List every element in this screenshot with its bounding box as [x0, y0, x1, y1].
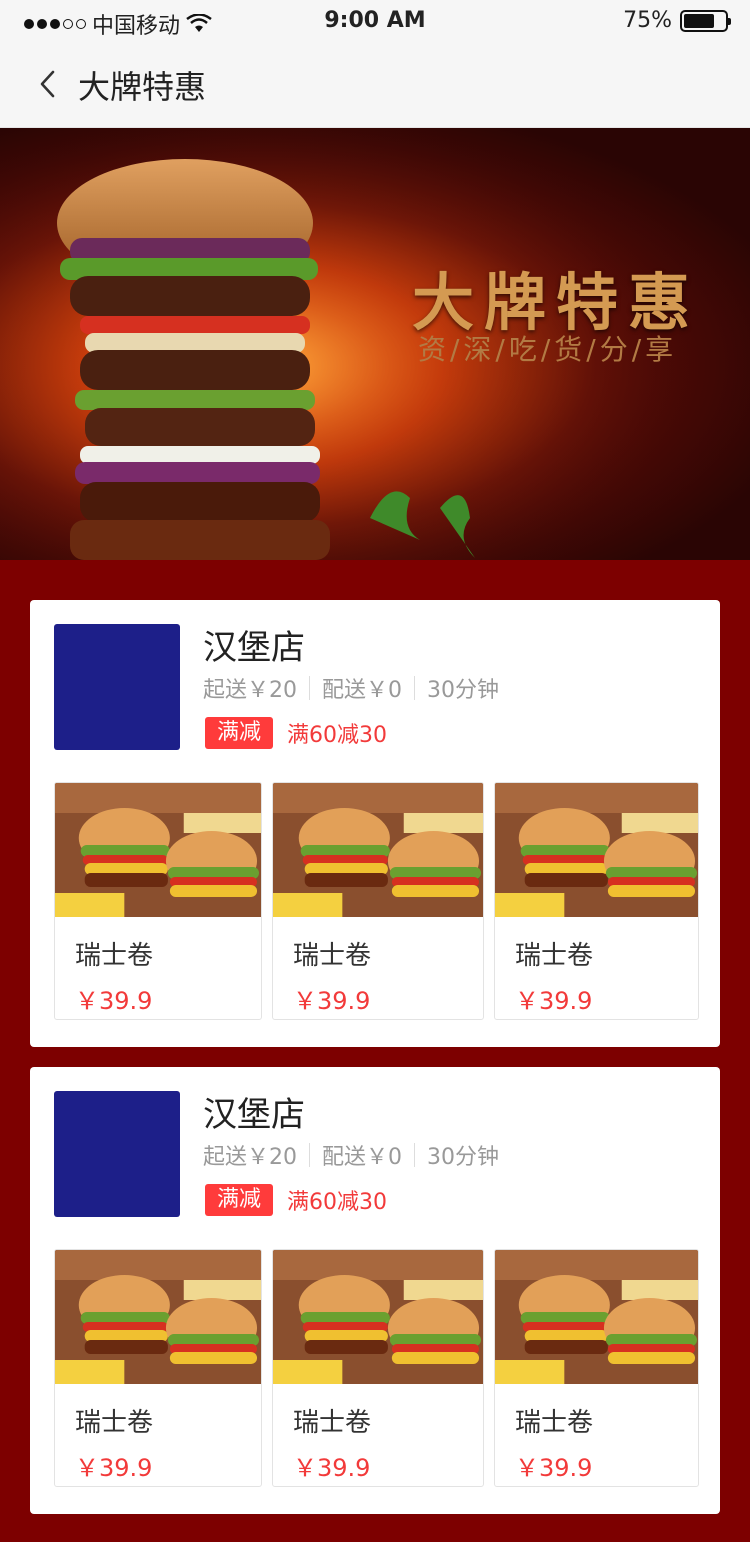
back-button[interactable]: [28, 62, 68, 106]
store-logo: [54, 624, 180, 750]
product-name: 瑞士卷: [515, 1408, 594, 1438]
product-price: ￥39.9: [75, 987, 153, 1015]
store-meta: 起送￥20 配送￥0 30分钟: [203, 1139, 499, 1171]
promo-badge: 满减: [205, 1184, 274, 1216]
page-title: 大牌特惠: [78, 68, 207, 106]
store-name: 汉堡店: [203, 628, 305, 668]
promo-row: 满减 满60减30: [205, 1184, 387, 1216]
promo-badge: 满减: [205, 717, 274, 749]
store-logo: [54, 1091, 180, 1217]
delivery-time: 30分钟: [427, 1145, 499, 1170]
min-order: 起送￥20: [203, 1145, 297, 1170]
burger-image: [55, 1250, 261, 1384]
burger-image: [55, 783, 261, 917]
product-card[interactable]: 瑞士卷 ￥39.9: [54, 1249, 262, 1487]
banner-subtitle: 资/深/吃/货/分/享: [418, 333, 678, 366]
product-card[interactable]: 瑞士卷 ￥39.9: [494, 782, 699, 1020]
burger-image: [495, 1250, 698, 1384]
product-price: ￥39.9: [293, 987, 371, 1015]
product-price: ￥39.9: [515, 1454, 593, 1482]
burger-image: [495, 783, 698, 917]
status-right: 75%: [623, 8, 731, 33]
promo-banner[interactable]: 大牌特惠 资/深/吃/货/分/享: [0, 128, 750, 560]
burger-image: [273, 1250, 483, 1384]
product-card[interactable]: 瑞士卷 ￥39.9: [54, 782, 262, 1020]
delivery-fee: 配送￥0: [322, 678, 402, 703]
status-bar: 中国移动 9:00 AM 75%: [0, 0, 750, 40]
store-card[interactable]: 汉堡店 起送￥20 配送￥0 30分钟 满减 满60减30 瑞士卷 ￥39.9 …: [30, 1067, 720, 1514]
store-card[interactable]: 汉堡店 起送￥20 配送￥0 30分钟 满减 满60减30 瑞士卷 ￥39.9 …: [30, 600, 720, 1047]
store-name: 汉堡店: [203, 1095, 305, 1135]
product-price: ￥39.9: [293, 1454, 371, 1482]
product-name: 瑞士卷: [75, 1408, 154, 1438]
product-list: 瑞士卷 ￥39.9 瑞士卷 ￥39.9 瑞士卷 ￥39.9: [54, 1249, 700, 1487]
promo-text: 满60减30: [287, 1190, 388, 1215]
product-price: ￥39.9: [75, 1454, 153, 1482]
store-meta: 起送￥20 配送￥0 30分钟: [203, 672, 499, 704]
divider: [309, 1143, 310, 1167]
product-card[interactable]: 瑞士卷 ￥39.9: [494, 1249, 699, 1487]
product-card[interactable]: 瑞士卷 ￥39.9: [272, 1249, 484, 1487]
product-card[interactable]: 瑞士卷 ￥39.9: [272, 782, 484, 1020]
chevron-left-icon: [40, 70, 55, 98]
delivery-fee: 配送￥0: [322, 1145, 402, 1170]
product-list: 瑞士卷 ￥39.9 瑞士卷 ￥39.9 瑞士卷 ￥39.9: [54, 782, 700, 1020]
battery-percent: 75%: [623, 8, 672, 33]
product-name: 瑞士卷: [293, 941, 372, 971]
divider: [414, 1143, 415, 1167]
product-name: 瑞士卷: [515, 941, 594, 971]
nav-bar: 大牌特惠: [0, 40, 750, 128]
promo-text: 满60减30: [287, 723, 388, 748]
burger-image: [273, 783, 483, 917]
delivery-time: 30分钟: [427, 678, 499, 703]
product-name: 瑞士卷: [75, 941, 154, 971]
product-price: ￥39.9: [515, 987, 593, 1015]
promo-row: 满减 满60减30: [205, 717, 387, 749]
product-name: 瑞士卷: [293, 1408, 372, 1438]
battery-icon: [680, 9, 731, 32]
divider: [414, 676, 415, 700]
divider: [309, 676, 310, 700]
min-order: 起送￥20: [203, 678, 297, 703]
